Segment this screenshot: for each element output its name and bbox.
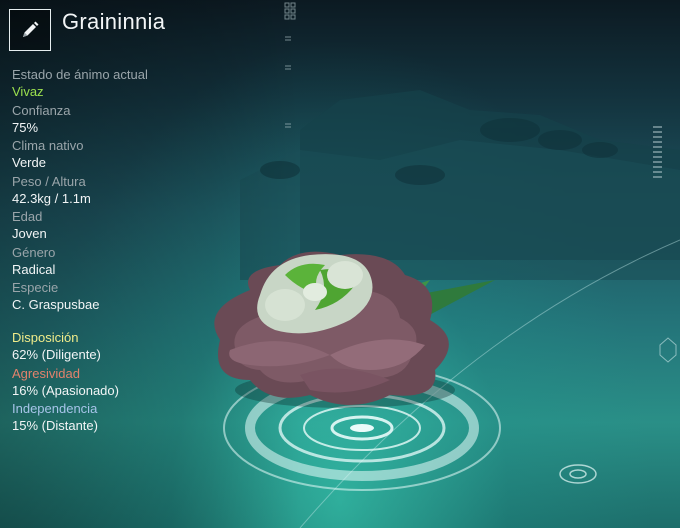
hud-side-bars xyxy=(653,126,662,178)
trait-value: 15% (Distante) xyxy=(12,418,98,433)
stat-climate: Clima nativo Verde xyxy=(12,138,148,174)
stat-label: Confianza xyxy=(12,102,71,118)
stat-label: Género xyxy=(12,244,56,260)
creature-stats: Estado de ánimo actual Vivaz Confianza 7… xyxy=(12,67,148,316)
creature-model xyxy=(214,251,495,408)
stat-value: 75% xyxy=(12,119,39,135)
trait-independence: Independencia 15% (Distante) xyxy=(12,401,119,437)
stat-label: Peso / Altura xyxy=(12,173,86,189)
stat-value: Joven xyxy=(12,226,47,241)
stat-value: Verde xyxy=(12,155,46,170)
stat-species: Especie C. Graspusbae xyxy=(12,280,148,316)
edit-name-button[interactable] xyxy=(9,9,51,51)
trait-value: 16% (Apasionado) xyxy=(12,382,119,398)
creature-traits: Disposición 62% (Diligente) Agresividad … xyxy=(12,330,119,437)
stat-trust: Confianza 75% xyxy=(12,103,148,139)
trait-aggression: Agresividad 16% (Apasionado) xyxy=(12,366,119,402)
stat-age: Edad Joven xyxy=(12,209,148,245)
stat-label: Edad xyxy=(12,209,43,224)
stat-gender: Género Radical xyxy=(12,245,148,281)
creature-name: Graininnia xyxy=(62,9,166,34)
hud-grid-marks xyxy=(284,2,296,128)
trait-label: Independencia xyxy=(12,401,98,416)
stat-value: C. Graspusbae xyxy=(12,297,100,312)
stat-value: Radical xyxy=(12,261,56,277)
stat-label: Estado de ánimo actual xyxy=(12,67,148,82)
trait-value: 62% (Diligente) xyxy=(12,347,101,362)
trait-disposition: Disposición 62% (Diligente) xyxy=(12,330,119,366)
trait-label: Agresividad xyxy=(12,365,80,381)
pencil-icon xyxy=(23,21,39,37)
stat-label: Clima nativo xyxy=(12,138,84,153)
stat-label: Especie xyxy=(12,280,59,295)
stat-mood: Estado de ánimo actual Vivaz xyxy=(12,67,148,103)
trait-label: Disposición xyxy=(12,330,79,345)
hud-small-ring xyxy=(559,464,597,484)
stat-value: 42.3kg / 1.1m xyxy=(12,190,91,206)
stat-weight-height: Peso / Altura 42.3kg / 1.1m xyxy=(12,174,148,210)
stat-value: Vivaz xyxy=(12,84,44,99)
